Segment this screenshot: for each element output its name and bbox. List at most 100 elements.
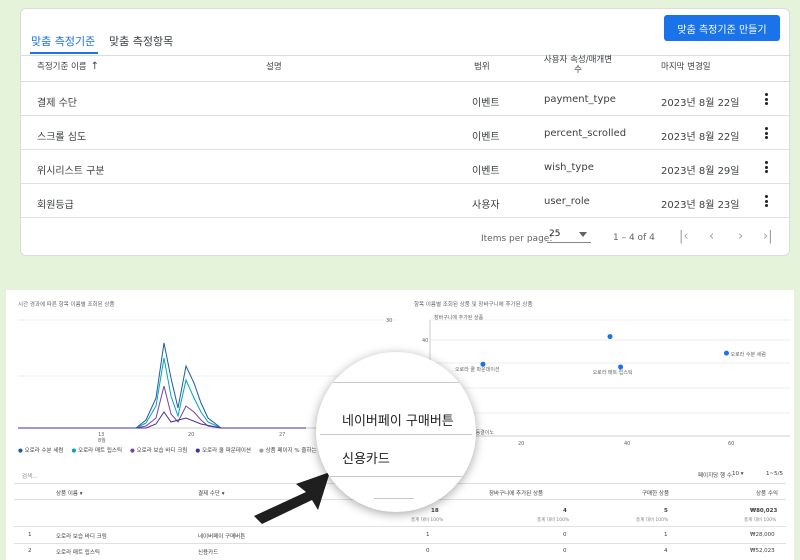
row-scope: 이벤트 [472,132,500,143]
row-date: 2023년 8월 22일 [661,98,740,109]
total-c-sub: 총계 대비 100% [636,518,669,523]
col-header-revenue: 상품 수익 [756,491,778,497]
row-b: 0 [563,548,567,554]
col-header-item[interactable]: 상품 이름 ▾ [56,489,83,497]
total-b: 4 [563,508,567,514]
scatter-chart-title: 항목 이름별 조회된 상품 및 장바구니에 추가된 상품 [414,302,533,308]
items-per-page-label: Items per page: [481,234,553,244]
table-row[interactable]: 결제 수단 이벤트 payment_type 2023년 8월 22일 [21,82,791,116]
legend-item[interactable]: ● 오로라 매트 립스틱 [71,446,122,454]
magnified-payment-naverpay: 네이버페이 구매버튼 [342,414,454,429]
custom-definitions-panel: 맞춤 측정기준 맞춤 측정항목 맞춤 측정기준 만들기 측정기준 이름 ↑ 설명 … [20,8,791,256]
col-header-purchase: 구매한 상품 [642,491,670,497]
create-custom-dimension-button[interactable]: 맞춤 측정기준 만들기 [664,15,780,41]
line-chart-title: 시간 경과에 따른 항목 이름별 조회된 상품 [18,302,115,308]
table-row[interactable]: 위시리스트 구분 이벤트 wish_type 2023년 8월 29일 [21,150,791,184]
row-date: 2023년 8월 23일 [661,200,740,211]
row-name: 회원등급 [37,200,74,211]
x-tick-month: 8월 [98,437,106,444]
row-name: 스크롤 심도 [37,132,87,143]
col-header-payment[interactable]: 결제 수단 ▾ [198,489,225,497]
x-tick-label: 27 [279,432,285,438]
scatter-point[interactable] [618,364,624,370]
row-scope: 이벤트 [472,98,500,109]
total-a: 18 [431,508,439,514]
items-per-page-select[interactable]: 25 [547,227,591,243]
scatter-point[interactable] [480,361,486,367]
first-page-icon[interactable]: |‹ [679,229,689,244]
col-header-parameter-line2: 수 [574,65,582,75]
x-tick-label: 60 [728,441,734,447]
table-row[interactable]: 2 오로라 매트 립스틱 신용카드 0 0 4 ₩52,023 [6,544,794,560]
series-line-3 [18,385,306,429]
x-tick-label: 40 [624,441,630,447]
scatter-point-label: 오로라 매트 립스틱 [593,369,633,376]
table-row[interactable]: 회원등급 사용자 user_role 2023년 8월 23일 [21,184,791,218]
row-date: 2023년 8월 29일 [661,166,740,177]
report-range: 1~5/5 [766,471,783,477]
row-c: 1 [664,532,668,538]
row-a: 0 [426,548,430,554]
table-row[interactable]: 1 오로라 보습 바디 크림 네이버페이 구매버튼 1 0 1 ₩28,000 [6,527,794,543]
series-line-4 [18,411,306,429]
scatter-point-label: 오로라 쿨 파운데이션 [455,366,500,373]
tabs-divider [21,55,791,56]
magnifier-divider [320,434,472,435]
y-tick-label: 40 [422,338,428,344]
magnified-payment-creditcard: 신용카드 [342,452,390,467]
previous-page-icon[interactable]: ‹ [709,229,714,244]
items-per-page-value: 25 [549,229,561,239]
total-a-sub: 총계 대비 100% [411,518,444,523]
row-parameter: payment_type [544,94,616,105]
pagination-range: 1 – 4 of 4 [613,233,655,243]
next-page-icon[interactable]: › [738,229,743,244]
scatter-point[interactable] [607,334,613,340]
row-revenue: ₩52,023 [750,548,775,554]
more-options-icon[interactable] [761,159,771,175]
scatter-point[interactable] [723,350,729,356]
dropdown-caret-icon: ▾ [740,471,744,477]
more-options-icon[interactable] [761,91,771,107]
pointer-arrow-icon [254,472,330,524]
sort-ascending-icon[interactable]: ↑ [91,61,99,72]
row-parameter: wish_type [544,162,594,173]
last-page-icon[interactable]: ›| [763,229,773,244]
legend-item[interactable]: ● 오로라 수분 세럼 [18,446,63,454]
row-parameter: user_role [544,196,590,207]
rows-per-page-select[interactable]: 10 ▾ [732,471,744,477]
tab-custom-dimensions[interactable]: 맞춤 측정기준 [31,33,95,49]
dropdown-caret-icon [579,232,587,237]
legend-item[interactable]: ● 오로라 쿨 파운데이션 [195,446,251,454]
x-tick-label: 20 [188,432,194,438]
row-c: 4 [664,548,668,554]
magnifier-callout: 네이버페이 구매버튼 신용카드 [316,352,476,512]
x-tick-label: 20 [518,441,524,447]
y-tick-label: 30 [386,318,392,324]
row-name: 위시리스트 구분 [37,166,105,177]
total-c: 5 [664,508,668,514]
table-row[interactable]: 스크롤 심도 이벤트 percent_scrolled 2023년 8월 22일 [21,116,791,150]
more-options-icon[interactable] [761,193,771,209]
magnifier-divider [328,382,464,383]
col-header-cart: 장바구니에 추가된 상품 [489,491,544,497]
rows-per-page-label: 페이지당 행 수: [698,473,734,479]
row-scope: 이벤트 [472,166,500,177]
row-item: 오로라 매트 립스틱 [56,550,100,556]
report-search-input[interactable]: 검색... [22,472,37,480]
col-header-description: 설명 [266,62,282,72]
row-item: 오로라 보습 바디 크림 [56,534,107,540]
total-revenue-sub: 총계 대비 100% [744,518,777,523]
row-date: 2023년 8월 22일 [661,132,740,143]
total-revenue: ₩80,023 [750,508,778,514]
row-a: 1 [426,532,430,538]
row-payment: 신용카드 [198,550,219,556]
col-header-last-modified: 마지막 변경일 [661,62,711,72]
col-header-name[interactable]: 측정기준 이름 ↑ [37,60,99,72]
more-options-icon[interactable] [761,125,771,141]
col-header-parameter-line1: 사용자 속성/매개변 [543,55,613,65]
magnifier-divider [328,476,464,477]
col-header-scope: 범위 [474,62,490,72]
tab-custom-metrics[interactable]: 맞춤 측정항목 [109,33,173,49]
row-index: 1 [28,532,32,538]
legend-item[interactable]: ● 오로라 보습 바디 크림 [130,446,187,454]
